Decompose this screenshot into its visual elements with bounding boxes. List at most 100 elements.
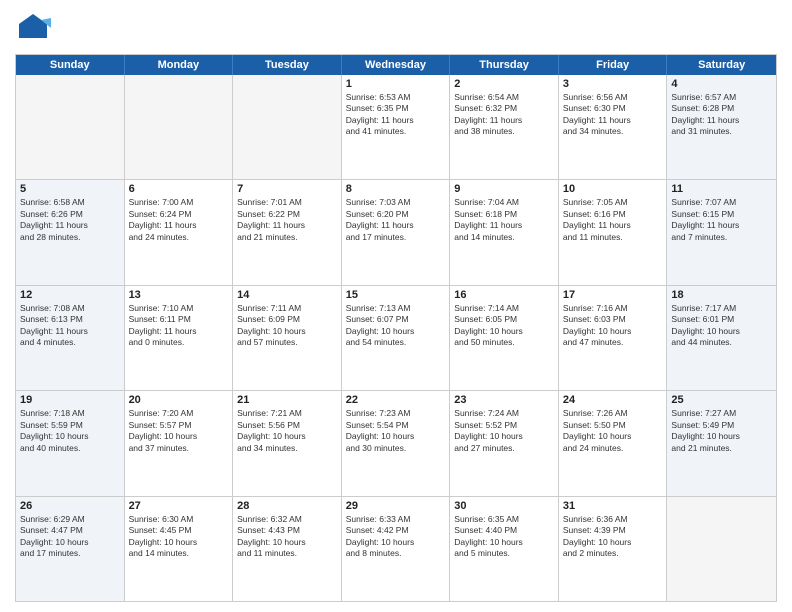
calendar-day-20: 20 Sunrise: 7:20 AMSunset: 5:57 PMDayligh… [125, 391, 234, 495]
day-info: Sunrise: 7:20 AMSunset: 5:57 PMDaylight:… [129, 408, 229, 454]
day-number: 13 [129, 289, 229, 301]
day-number: 7 [237, 183, 337, 195]
calendar-day-10: 10 Sunrise: 7:05 AMSunset: 6:16 PMDayligh… [559, 180, 668, 284]
day-number: 26 [20, 500, 120, 512]
calendar-row-2: 12 Sunrise: 7:08 AMSunset: 6:13 PMDayligh… [16, 285, 776, 390]
calendar-day-18: 18 Sunrise: 7:17 AMSunset: 6:01 PMDayligh… [667, 286, 776, 390]
day-number: 23 [454, 394, 554, 406]
day-number: 20 [129, 394, 229, 406]
calendar-day-12: 12 Sunrise: 7:08 AMSunset: 6:13 PMDayligh… [16, 286, 125, 390]
calendar-day-17: 17 Sunrise: 7:16 AMSunset: 6:03 PMDayligh… [559, 286, 668, 390]
calendar-empty-4-6 [667, 497, 776, 601]
day-info: Sunrise: 7:17 AMSunset: 6:01 PMDaylight:… [671, 303, 772, 349]
day-info: Sunrise: 7:18 AMSunset: 5:59 PMDaylight:… [20, 408, 120, 454]
logo-icon [15, 10, 51, 46]
day-info: Sunrise: 7:14 AMSunset: 6:05 PMDaylight:… [454, 303, 554, 349]
day-number: 10 [563, 183, 663, 195]
day-number: 24 [563, 394, 663, 406]
calendar-day-27: 27Sunrise: 6:30 AMSunset: 4:45 PMDayligh… [125, 497, 234, 601]
calendar-day-11: 11 Sunrise: 7:07 AMSunset: 6:15 PMDayligh… [667, 180, 776, 284]
calendar: SundayMondayTuesdayWednesdayThursdayFrid… [15, 54, 777, 602]
weekday-header-monday: Monday [125, 55, 234, 75]
day-info: Sunrise: 6:54 AMSunset: 6:32 PMDaylight:… [454, 92, 554, 138]
day-number: 17 [563, 289, 663, 301]
day-number: 19 [20, 394, 120, 406]
weekday-header-sunday: Sunday [16, 55, 125, 75]
day-info: Sunrise: 7:13 AMSunset: 6:07 PMDaylight:… [346, 303, 446, 349]
day-info: Sunrise: 7:08 AMSunset: 6:13 PMDaylight:… [20, 303, 120, 349]
day-number: 8 [346, 183, 446, 195]
day-number: 2 [454, 78, 554, 90]
calendar-empty-0-1 [125, 75, 234, 179]
day-number: 18 [671, 289, 772, 301]
calendar-day-2: 2 Sunrise: 6:54 AMSunset: 6:32 PMDaylight… [450, 75, 559, 179]
day-info: Sunrise: 7:00 AMSunset: 6:24 PMDaylight:… [129, 197, 229, 243]
calendar-day-28: 28 Sunrise: 6:32 AMSunset: 4:43 PMDayligh… [233, 497, 342, 601]
calendar-day-26: 26 Sunrise: 6:29 AMSunset: 4:47 PMDayligh… [16, 497, 125, 601]
calendar-row-0: 1 Sunrise: 6:53 AMSunset: 6:35 PMDaylight… [16, 75, 776, 179]
day-number: 28 [237, 500, 337, 512]
day-number: 5 [20, 183, 120, 195]
calendar-day-4: 4Sunrise: 6:57 AMSunset: 6:28 PMDaylight… [667, 75, 776, 179]
weekday-header-thursday: Thursday [450, 55, 559, 75]
calendar-header: SundayMondayTuesdayWednesdayThursdayFrid… [16, 55, 776, 75]
day-info: Sunrise: 7:11 AMSunset: 6:09 PMDaylight:… [237, 303, 337, 349]
weekday-header-tuesday: Tuesday [233, 55, 342, 75]
day-number: 21 [237, 394, 337, 406]
day-info: Sunrise: 6:35 AMSunset: 4:40 PMDaylight:… [454, 514, 554, 560]
day-info: Sunrise: 7:01 AMSunset: 6:22 PMDaylight:… [237, 197, 337, 243]
calendar-day-16: 16Sunrise: 7:14 AMSunset: 6:05 PMDayligh… [450, 286, 559, 390]
day-number: 12 [20, 289, 120, 301]
day-info: Sunrise: 6:33 AMSunset: 4:42 PMDaylight:… [346, 514, 446, 560]
calendar-day-29: 29 Sunrise: 6:33 AMSunset: 4:42 PMDayligh… [342, 497, 451, 601]
day-info: Sunrise: 6:53 AMSunset: 6:35 PMDaylight:… [346, 92, 446, 138]
day-number: 6 [129, 183, 229, 195]
calendar-row-3: 19 Sunrise: 7:18 AMSunset: 5:59 PMDayligh… [16, 390, 776, 495]
day-info: Sunrise: 6:32 AMSunset: 4:43 PMDaylight:… [237, 514, 337, 560]
day-info: Sunrise: 6:56 AMSunset: 6:30 PMDaylight:… [563, 92, 663, 138]
day-info: Sunrise: 7:04 AMSunset: 6:18 PMDaylight:… [454, 197, 554, 243]
day-info: Sunrise: 6:29 AMSunset: 4:47 PMDaylight:… [20, 514, 120, 560]
day-info: Sunrise: 6:30 AMSunset: 4:45 PMDaylight:… [129, 514, 229, 560]
calendar-day-5: 5 Sunrise: 6:58 AMSunset: 6:26 PMDaylight… [16, 180, 125, 284]
day-info: Sunrise: 6:36 AMSunset: 4:39 PMDaylight:… [563, 514, 663, 560]
calendar-body: 1 Sunrise: 6:53 AMSunset: 6:35 PMDaylight… [16, 75, 776, 601]
calendar-day-14: 14 Sunrise: 7:11 AMSunset: 6:09 PMDayligh… [233, 286, 342, 390]
page: SundayMondayTuesdayWednesdayThursdayFrid… [0, 0, 792, 612]
day-number: 14 [237, 289, 337, 301]
calendar-day-7: 7 Sunrise: 7:01 AMSunset: 6:22 PMDaylight… [233, 180, 342, 284]
weekday-header-wednesday: Wednesday [342, 55, 451, 75]
calendar-row-1: 5 Sunrise: 6:58 AMSunset: 6:26 PMDaylight… [16, 179, 776, 284]
calendar-row-4: 26 Sunrise: 6:29 AMSunset: 4:47 PMDayligh… [16, 496, 776, 601]
weekday-header-saturday: Saturday [667, 55, 776, 75]
calendar-day-15: 15 Sunrise: 7:13 AMSunset: 6:07 PMDayligh… [342, 286, 451, 390]
calendar-day-13: 13Sunrise: 7:10 AMSunset: 6:11 PMDayligh… [125, 286, 234, 390]
day-number: 29 [346, 500, 446, 512]
day-info: Sunrise: 7:03 AMSunset: 6:20 PMDaylight:… [346, 197, 446, 243]
calendar-day-31: 31Sunrise: 6:36 AMSunset: 4:39 PMDayligh… [559, 497, 668, 601]
calendar-day-23: 23 Sunrise: 7:24 AMSunset: 5:52 PMDayligh… [450, 391, 559, 495]
day-info: Sunrise: 7:26 AMSunset: 5:50 PMDaylight:… [563, 408, 663, 454]
calendar-day-21: 21 Sunrise: 7:21 AMSunset: 5:56 PMDayligh… [233, 391, 342, 495]
logo [15, 10, 55, 46]
calendar-day-19: 19 Sunrise: 7:18 AMSunset: 5:59 PMDayligh… [16, 391, 125, 495]
day-number: 22 [346, 394, 446, 406]
day-number: 15 [346, 289, 446, 301]
day-info: Sunrise: 7:21 AMSunset: 5:56 PMDaylight:… [237, 408, 337, 454]
day-info: Sunrise: 7:05 AMSunset: 6:16 PMDaylight:… [563, 197, 663, 243]
weekday-header-friday: Friday [559, 55, 668, 75]
calendar-day-24: 24 Sunrise: 7:26 AMSunset: 5:50 PMDayligh… [559, 391, 668, 495]
day-info: Sunrise: 7:16 AMSunset: 6:03 PMDaylight:… [563, 303, 663, 349]
calendar-day-30: 30 Sunrise: 6:35 AMSunset: 4:40 PMDayligh… [450, 497, 559, 601]
day-number: 1 [346, 78, 446, 90]
day-number: 9 [454, 183, 554, 195]
calendar-empty-0-2 [233, 75, 342, 179]
day-number: 30 [454, 500, 554, 512]
day-number: 4 [671, 78, 772, 90]
day-number: 11 [671, 183, 772, 195]
calendar-day-9: 9 Sunrise: 7:04 AMSunset: 6:18 PMDaylight… [450, 180, 559, 284]
day-info: Sunrise: 7:07 AMSunset: 6:15 PMDaylight:… [671, 197, 772, 243]
day-number: 25 [671, 394, 772, 406]
day-info: Sunrise: 7:24 AMSunset: 5:52 PMDaylight:… [454, 408, 554, 454]
day-info: Sunrise: 6:58 AMSunset: 6:26 PMDaylight:… [20, 197, 120, 243]
